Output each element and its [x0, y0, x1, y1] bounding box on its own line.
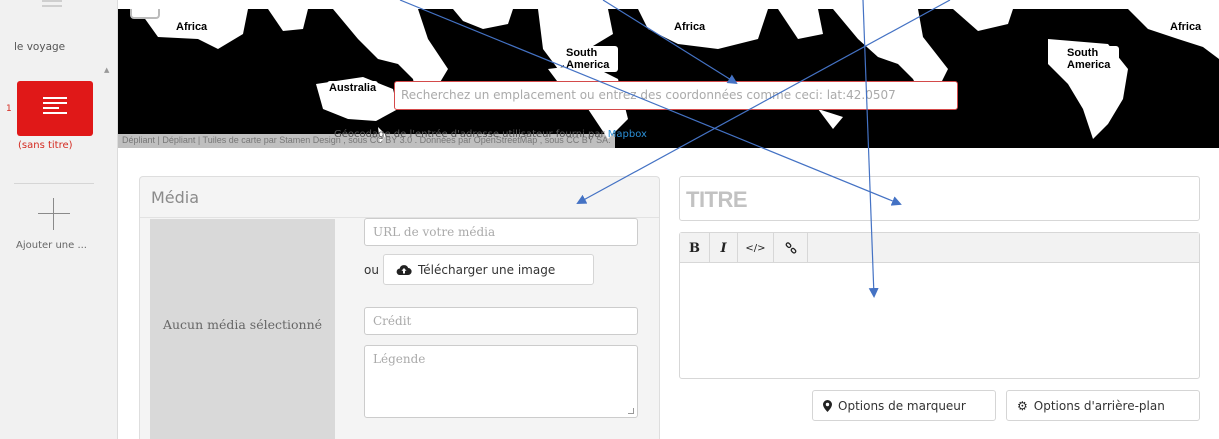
link-icon	[785, 242, 796, 254]
map-label-south-america: South America	[1065, 46, 1119, 73]
slide-title-label[interactable]: (sans titre)	[18, 140, 73, 151]
map-label-south-america: South America	[564, 46, 618, 73]
geocode-credit: Géocodage de l'entrée d'adresse utilisat…	[334, 129, 647, 140]
map-zoom-control[interactable]	[130, 9, 160, 19]
link-button[interactable]	[774, 233, 808, 263]
media-preview: Aucun média sélectionné	[150, 219, 335, 439]
map-label-africa: Africa	[176, 21, 208, 33]
location-search-input[interactable]: Recherchez un emplacement ou entrez des …	[394, 81, 958, 110]
mapbox-link[interactable]: Mapbox	[608, 129, 647, 140]
map-label-africa: Africa	[674, 21, 706, 33]
plus-icon[interactable]	[38, 198, 70, 230]
caption-placeholder: Légende	[373, 352, 426, 366]
media-panel: Média Aucun média sélectionné URL de vot…	[139, 176, 660, 439]
code-button[interactable]: </>	[738, 233, 774, 263]
location-map[interactable]: Africa Africa Africa South America South…	[118, 9, 1219, 148]
or-label: ou	[364, 263, 379, 277]
map-label-africa: Africa	[1170, 21, 1202, 33]
background-options-label: Options d'arrière-plan	[1033, 398, 1165, 413]
gear-icon: ⚙	[1017, 398, 1028, 413]
map-marker-icon	[823, 399, 832, 412]
resize-handle-icon[interactable]	[628, 408, 634, 414]
media-panel-title: Média	[151, 188, 200, 207]
title-input[interactable]: TITRE	[679, 176, 1200, 221]
text-editor[interactable]: B I </>	[679, 232, 1200, 379]
map-tiles	[138, 9, 1219, 143]
media-url-input[interactable]: URL de votre média	[364, 218, 638, 246]
upload-image-label: Télécharger une image	[418, 262, 556, 277]
background-options-button[interactable]: ⚙ Options d'arrière-plan	[1006, 390, 1200, 421]
scroll-up-arrow-icon[interactable]: ▲	[104, 66, 109, 74]
marker-options-label: Options de marqueur	[838, 398, 966, 413]
cloud-upload-icon	[396, 264, 412, 275]
sidebar-divider	[14, 183, 94, 184]
upload-image-button[interactable]: Télécharger une image	[383, 254, 594, 285]
add-slide-button[interactable]: Ajouter une ...	[16, 240, 87, 251]
credit-input[interactable]: Crédit	[364, 307, 638, 335]
geocode-text: Géocodage de l'entrée d'adresse utilisat…	[334, 129, 605, 140]
caption-textarea[interactable]: Légende	[364, 345, 638, 418]
title-slide-label[interactable]: le voyage	[14, 41, 65, 53]
map-label-australia: Australia	[327, 81, 379, 96]
editor-toolbar: B I </>	[680, 233, 1199, 263]
app-root: le voyage ▲ 1 (sans titre) Ajouter une .…	[0, 0, 1219, 439]
media-empty-text: Aucun média sélectionné	[162, 317, 323, 332]
bold-button[interactable]: B	[680, 233, 710, 263]
slide-number: 1	[6, 104, 12, 114]
slide-thumbnail[interactable]	[17, 81, 93, 136]
title-slide-icon[interactable]	[42, 0, 62, 14]
italic-button[interactable]: I	[710, 233, 738, 263]
slide-sidebar: le voyage ▲ 1 (sans titre) Ajouter une .…	[0, 0, 118, 439]
marker-options-button[interactable]: Options de marqueur	[812, 390, 996, 421]
text-lines-icon	[43, 97, 67, 117]
